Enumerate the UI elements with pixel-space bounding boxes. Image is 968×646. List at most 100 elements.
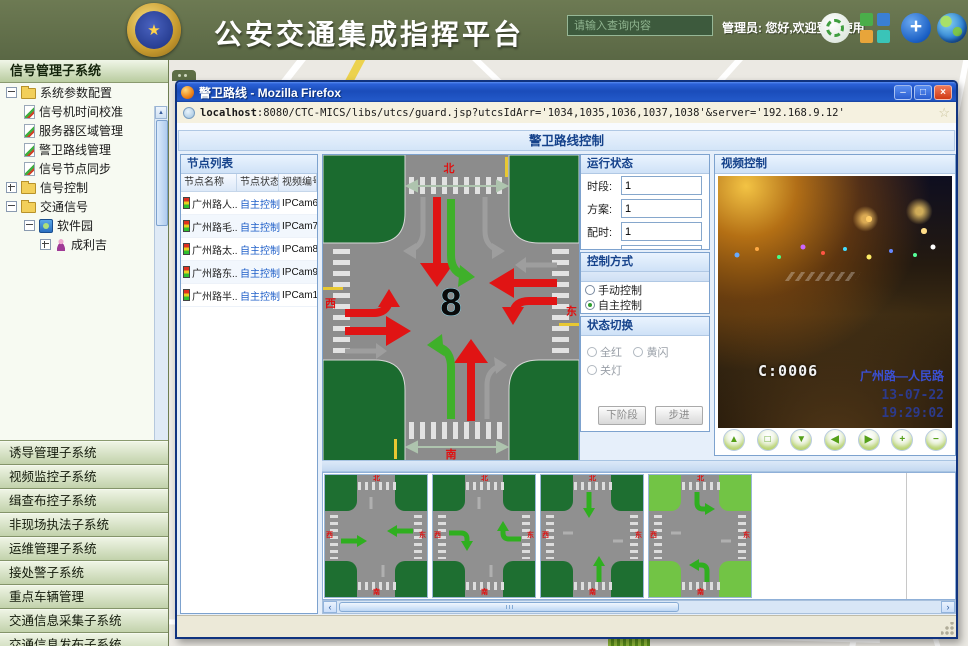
radio-icon[interactable] [587,347,597,357]
table-row[interactable]: 广州路毛... 自主控制 IPCam7 [181,215,317,238]
scroll-up-icon[interactable] [155,106,167,119]
intersection-svg: 北 西 东 南 8 [323,155,579,461]
radio-all-red[interactable]: 全红 [587,344,622,360]
sidebar-item-key-vehicle-mgmt[interactable]: 重点车辆管理 [0,585,168,609]
phase-arrows-ns-left [649,475,752,598]
tree-leaf-signal-node-sync[interactable]: 信号节点同步 [0,159,168,178]
traffic-light-icon [183,220,190,232]
ptz-stop-button[interactable]: □ [757,429,779,451]
plan-label: 方案: [587,201,621,217]
collapse-icon[interactable] [24,220,35,231]
radio-yellow-flash[interactable]: 黄闪 [633,344,668,360]
sidebar-item-alarm-dispatch[interactable]: 接处警子系统 [0,561,168,585]
phase-thumbnail-ns-left-active[interactable]: 北 南 西 东 [648,474,752,598]
column-node-name[interactable]: 节点名称 [181,174,237,191]
video-control-panel: 视频控制 C:0006 广州路—人民路 13-07-22 19:29:02 ▲ … [714,154,956,456]
tree-node-traffic-signal[interactable]: 交通信号 [0,197,168,216]
period-input[interactable] [621,176,702,195]
tree-scrollbar[interactable] [154,106,168,441]
column-node-status[interactable]: 节点状态 [237,174,279,191]
thumbnail-divider [906,473,907,599]
sidebar-item-offsite-enforcement[interactable]: 非现场执法子系统 [0,513,168,537]
window-title: 警卫路线 - Mozilla Firefox [199,84,892,101]
tree-node-software-park[interactable]: 软件园 [0,216,168,235]
sidebar-item-guidance[interactable]: 诱导管理子系统 [0,441,168,465]
plan-input[interactable] [621,199,702,218]
tree-node-signal-control[interactable]: 信号控制 [0,178,168,197]
tree-node-chengliji[interactable]: 成利吉 [0,235,168,254]
radio-icon[interactable] [587,365,597,375]
scroll-right-icon[interactable] [941,601,955,613]
radio-selected-icon[interactable] [585,300,595,310]
ptz-up-button[interactable]: ▲ [723,429,745,451]
add-plus-icon[interactable]: + [901,13,931,43]
refresh-recycle-icon[interactable] [820,13,850,43]
tree-leaf-signal-time-calibration[interactable]: 信号机时间校准 [0,102,168,121]
sidebar-item-traffic-info-collection[interactable]: 交通信息采集子系统 [0,609,168,633]
intersection-diagram: 北 西 东 南 8 [322,154,580,462]
period-label: 时段: [587,178,621,194]
run-status-title: 运行状态 [581,155,709,174]
scroll-thumb[interactable] [339,602,679,612]
folder-icon [21,88,36,99]
resize-grip[interactable] [941,622,954,635]
radio-manual-control[interactable]: 手动控制 [581,282,709,297]
ptz-left-button[interactable]: ◀ [824,429,846,451]
table-row[interactable]: 广州路东... 自主控制 IPCam9 [181,261,317,284]
sidebar-item-traffic-info-publish[interactable]: 交通信息发布子系统 [0,633,168,646]
traffic-light-icon [183,197,190,209]
table-row[interactable]: 广州路半... 自主控制 IPCam10 [181,284,317,307]
collapse-icon[interactable] [6,87,17,98]
run-status-panel: 运行状态 时段: 方案: 配时: [580,154,710,250]
maximize-button[interactable]: □ [914,85,932,100]
apps-grid-icon[interactable] [860,13,890,43]
compass-north-label: 北 [444,161,455,175]
tree-leaf-guard-route-mgmt[interactable]: 警卫路线管理 [0,140,168,159]
table-row[interactable]: 广州路太... 自主控制 IPCam8 [181,238,317,261]
clipped-input[interactable] [621,245,702,250]
globe-icon[interactable] [937,13,967,43]
radio-lights-off[interactable]: 关灯 [587,362,622,378]
stop-line-north [505,157,508,177]
ptz-zoom-out-button[interactable]: − [925,429,947,451]
phase-thumbnail-ns-through[interactable]: 北 南 西 东 [540,474,644,598]
close-button[interactable]: × [934,85,952,100]
compass-south-label: 南 [446,447,457,461]
expand-icon[interactable] [6,182,17,193]
node-list-title: 节点列表 [181,155,317,174]
url-bar: localhost:8080/CTC-MICS/libs/utcs/guard.… [177,102,956,124]
minimize-button[interactable]: – [894,85,912,100]
sidebar-item-investigation-control[interactable]: 缉查布控子系统 [0,489,168,513]
expand-icon[interactable] [40,239,51,250]
folder-icon [21,202,36,213]
radio-autonomous-control[interactable]: 自主控制 [581,297,709,312]
ptz-zoom-in-button[interactable]: + [891,429,913,451]
tree-node-system-params[interactable]: 系统参数配置 [0,83,168,102]
phase-thumbnail-ew-left[interactable]: 北 南 西 东 [432,474,536,598]
window-titlebar[interactable]: 警卫路线 - Mozilla Firefox – □ × [177,82,956,102]
timing-input[interactable] [621,222,702,241]
column-video-id[interactable]: 视频编号 [279,174,317,191]
ptz-down-button[interactable]: ▼ [790,429,812,451]
tree-leaf-server-region-mgmt[interactable]: 服务器区域管理 [0,121,168,140]
collapse-icon[interactable] [6,201,17,212]
bookmark-star-icon[interactable]: ☆ [938,105,950,121]
sidebar-item-video-surveillance[interactable]: 视频监控子系统 [0,465,168,489]
sidebar-subsystem-menu: 诱导管理子系统 视频监控子系统 缉查布控子系统 非现场执法子系统 运维管理子系统… [0,441,168,646]
phase-thumbnail-ew-through[interactable]: 北 南 西 东 [324,474,428,598]
ptz-right-button[interactable]: ▶ [858,429,880,451]
sidebar-item-ops-management[interactable]: 运维管理子系统 [0,537,168,561]
phase-arrows-ew-through [325,475,428,598]
video-control-title: 视频控制 [715,155,955,174]
table-row[interactable]: 广州路人... 自主控制 IPCam6 [181,192,317,215]
scroll-thumb[interactable] [156,120,168,226]
radio-icon[interactable] [585,285,595,295]
scroll-left-icon[interactable] [323,601,337,613]
step-button[interactable]: 步进 [655,406,703,425]
url-text[interactable]: localhost:8080/CTC-MICS/libs/utcs/guard.… [200,107,933,119]
search-input[interactable] [568,17,712,36]
next-stage-button[interactable]: 下阶段 [598,406,646,425]
sidebar-header-signal-subsystem[interactable]: 信号管理子系统 [0,60,168,83]
radio-icon[interactable] [633,347,643,357]
thumbnail-scrollbar[interactable] [322,600,956,614]
